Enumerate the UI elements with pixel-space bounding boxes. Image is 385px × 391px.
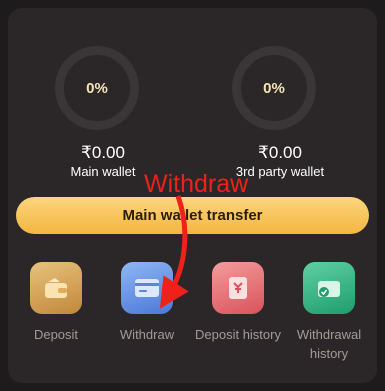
- deposit-label: Deposit: [33, 327, 79, 342]
- third-party-wallet-progress-ring: 0%: [232, 46, 316, 130]
- withdrawal-history-action[interactable]: Withdrawal history: [283, 262, 375, 363]
- third-party-wallet-percent: 0%: [263, 79, 285, 97]
- withdrawal-history-label: Withdrawal history: [296, 327, 362, 361]
- withdraw-label: Withdraw: [119, 327, 175, 342]
- card-icon: [121, 262, 173, 314]
- wallet-check-icon: [303, 262, 355, 314]
- deposit-history-label: Deposit history: [195, 327, 281, 342]
- withdraw-action[interactable]: Withdraw: [101, 262, 193, 344]
- deposit-action[interactable]: Deposit: [10, 262, 102, 344]
- third-party-wallet-amount: ₹0.00: [258, 143, 302, 162]
- wallet-icon: [30, 262, 82, 314]
- main-wallet-transfer-button[interactable]: Main wallet transfer: [16, 197, 369, 234]
- deposit-history-action[interactable]: Deposit history: [192, 262, 284, 344]
- main-wallet-progress-ring: 0%: [55, 46, 139, 130]
- receipt-icon: [212, 262, 264, 314]
- main-wallet-percent: 0%: [86, 79, 108, 97]
- main-wallet-amount: ₹0.00: [81, 143, 125, 162]
- annotation-text: Withdraw: [144, 170, 249, 198]
